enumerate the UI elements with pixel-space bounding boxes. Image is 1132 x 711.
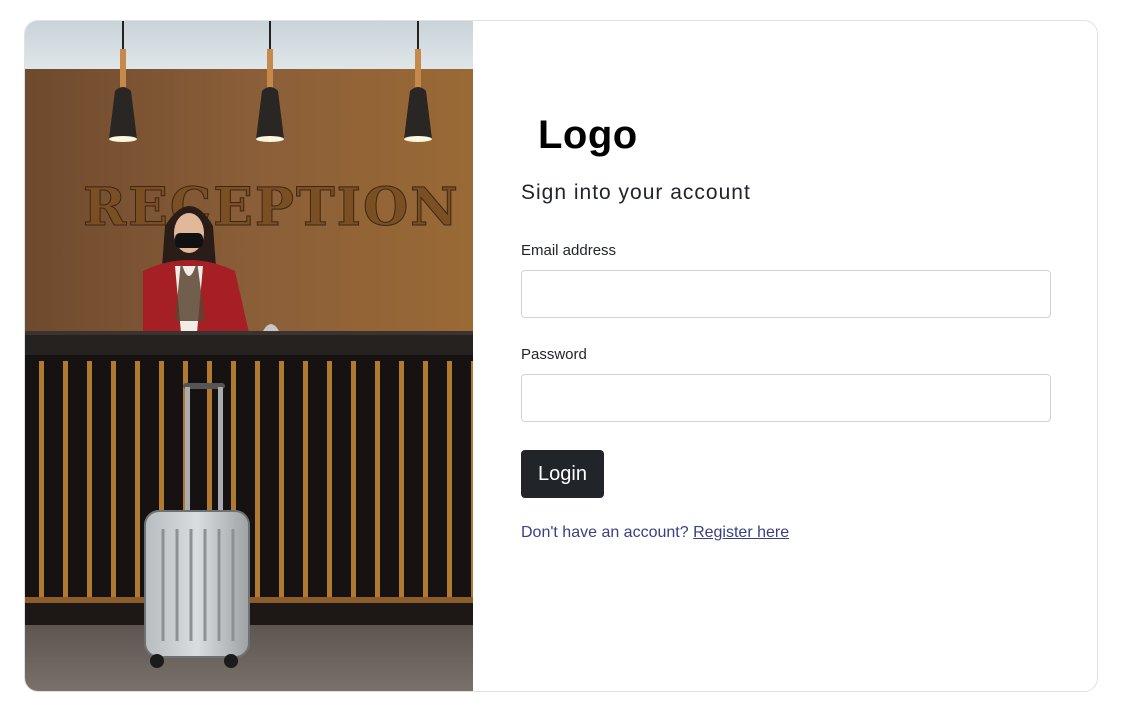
reception-photo: RECEPTION [25, 21, 473, 691]
counter-slat [255, 361, 260, 597]
register-prompt: Don't have an account? Register here [521, 524, 789, 542]
login-form-panel: Logo Sign into your account Email addres… [473, 21, 1097, 691]
email-field[interactable] [521, 270, 1051, 318]
counter-slat [327, 361, 332, 597]
counter-slat [111, 361, 116, 597]
password-field[interactable] [521, 374, 1051, 422]
counter-slat [279, 361, 284, 597]
counter-slat [87, 361, 92, 597]
register-link[interactable]: Register here [693, 524, 789, 541]
counter-slat [39, 361, 44, 597]
register-prompt-text: Don't have an account? [521, 524, 689, 541]
counter-slat [399, 361, 404, 597]
login-button[interactable]: Login [521, 450, 604, 498]
counter-slat [63, 361, 68, 597]
reception-sign: RECEPTION [83, 177, 460, 238]
counter-slat [423, 361, 428, 597]
logo: Logo [538, 113, 638, 157]
counter-slat [135, 361, 140, 597]
counter-slat [447, 361, 452, 597]
page-subtitle: Sign into your account [521, 181, 751, 204]
login-card: RECEPTION Logo Sign into your account Em… [24, 20, 1098, 692]
counter-slat [351, 361, 356, 597]
counter-slat [303, 361, 308, 597]
password-label: Password [521, 346, 587, 363]
email-label: Email address [521, 242, 617, 259]
counter-slat [375, 361, 380, 597]
